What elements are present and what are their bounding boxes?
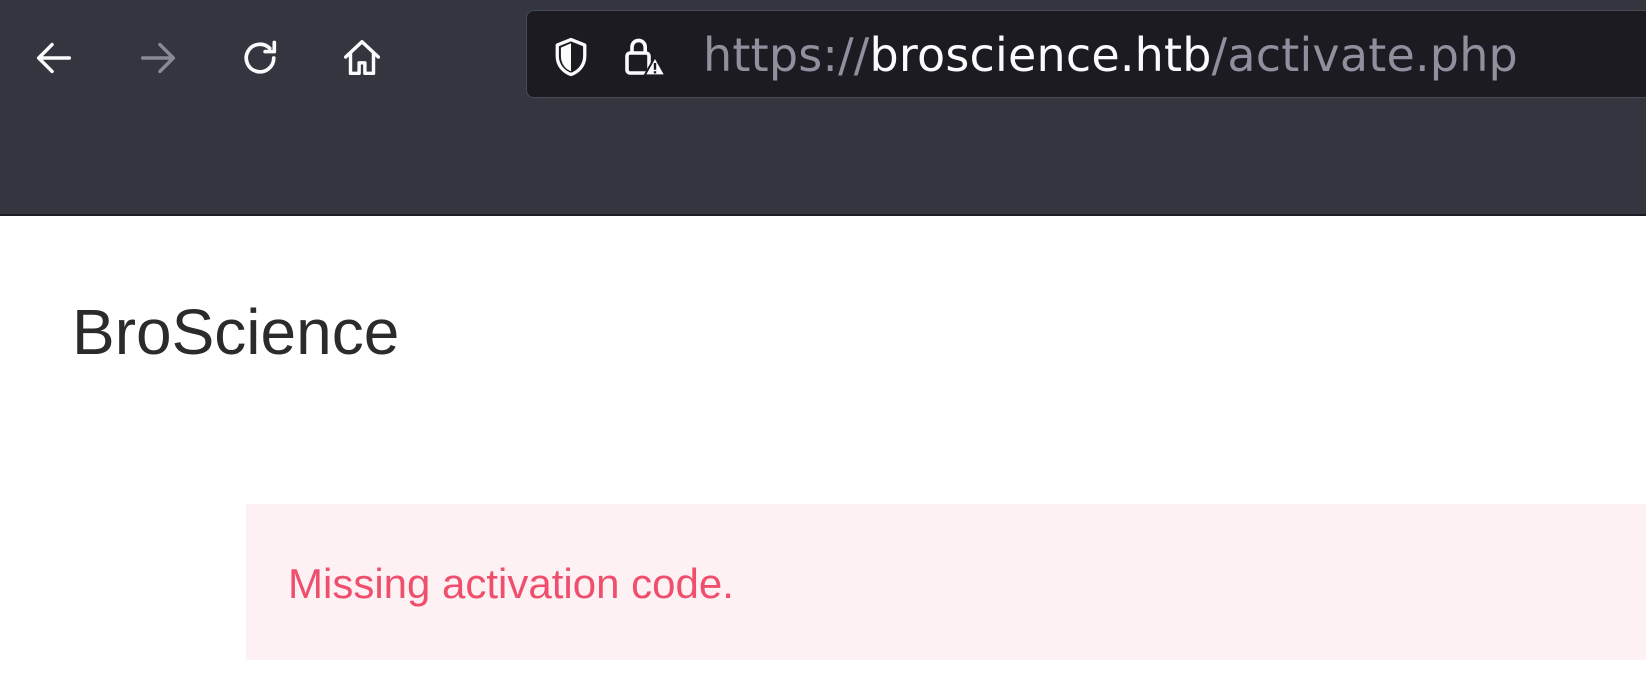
forward-arrow-icon xyxy=(140,42,176,74)
home-icon xyxy=(343,39,381,76)
back-button[interactable] xyxy=(26,30,82,86)
home-button[interactable] xyxy=(334,30,390,86)
url-text[interactable]: https://broscience.htb/activate.php xyxy=(703,25,1518,85)
error-alert: Missing activation code. xyxy=(246,504,1646,660)
reload-button[interactable] xyxy=(232,30,288,86)
reload-icon xyxy=(244,40,277,74)
url-path: /activate.php xyxy=(1211,28,1518,82)
url-host: broscience.htb xyxy=(869,28,1212,82)
alert-message: Missing activation code. xyxy=(288,560,734,607)
forward-button[interactable] xyxy=(130,30,186,86)
tracking-protection-shield-icon[interactable] xyxy=(547,33,595,81)
url-scheme: https:// xyxy=(703,28,870,82)
address-bar[interactable]: https://broscience.htb/activate.php xyxy=(526,10,1646,98)
site-title[interactable]: BroScience xyxy=(72,292,399,372)
page-content: BroScience Missing activation code. xyxy=(0,216,1646,699)
browser-toolbar: https://broscience.htb/activate.php xyxy=(0,0,1646,216)
back-arrow-icon xyxy=(36,42,72,74)
insecure-lock-warning-icon[interactable] xyxy=(621,33,669,81)
